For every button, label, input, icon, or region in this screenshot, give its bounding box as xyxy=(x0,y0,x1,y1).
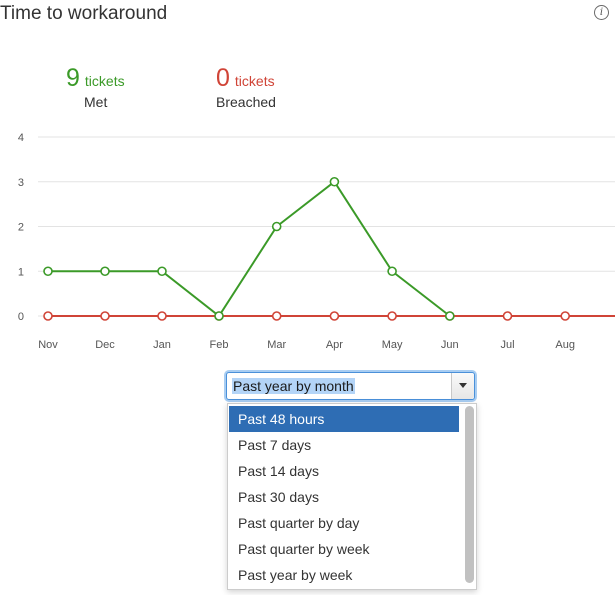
data-point[interactable] xyxy=(100,311,110,321)
met-label: Met xyxy=(84,94,108,110)
y-tick-label: 4 xyxy=(18,132,24,144)
option-past-30-days[interactable]: Past 30 days xyxy=(229,484,459,510)
x-tick-label: Jan xyxy=(153,339,171,351)
period-dropdown-list: Past 48 hours Past 7 days Past 14 days P… xyxy=(227,403,477,590)
x-tick-label: Aug xyxy=(555,339,575,351)
x-tick-label: Feb xyxy=(210,339,229,351)
x-tick-label: Mar xyxy=(267,339,286,351)
time-to-workaround-gadget: Time to workaround i 9 tickets Met 0 ticke… xyxy=(0,0,615,595)
data-point[interactable] xyxy=(271,221,282,232)
x-tick-label: Jul xyxy=(500,339,514,351)
x-tick-label: Apr xyxy=(326,339,343,351)
data-point[interactable] xyxy=(214,311,224,321)
y-tick-label: 1 xyxy=(18,266,24,278)
scrollbar-thumb[interactable] xyxy=(465,406,474,583)
info-icon[interactable]: i xyxy=(594,5,609,20)
gadget-title: Time to workaround xyxy=(0,3,168,24)
met-unit: tickets xyxy=(84,73,125,89)
dropdown-scrollbar[interactable] xyxy=(465,406,474,586)
option-past-year-by-week[interactable]: Past year by week xyxy=(229,562,459,588)
data-point[interactable] xyxy=(387,311,397,321)
y-tick-label: 0 xyxy=(18,311,24,323)
breached-unit: tickets xyxy=(234,73,275,89)
met-summary: 9 tickets Met xyxy=(66,64,125,110)
data-point[interactable] xyxy=(100,266,110,277)
data-point[interactable] xyxy=(387,266,397,277)
data-point[interactable] xyxy=(157,266,167,277)
data-point[interactable] xyxy=(329,176,340,187)
breached-label: Breached xyxy=(216,94,276,110)
option-past-7-days[interactable]: Past 7 days xyxy=(229,432,459,458)
x-tick-label: May xyxy=(382,339,403,351)
breached-count: 0 xyxy=(216,64,230,92)
chevron-down-icon[interactable] xyxy=(451,373,474,399)
x-tick-label: Nov xyxy=(38,339,58,351)
data-point[interactable] xyxy=(43,266,53,277)
data-point[interactable] xyxy=(560,311,571,321)
data-point[interactable] xyxy=(43,311,53,321)
met-count: 9 xyxy=(66,64,80,92)
series-line xyxy=(48,180,451,318)
data-point[interactable] xyxy=(502,311,513,321)
data-point[interactable] xyxy=(444,311,455,321)
breached-summary: 0 tickets Breached xyxy=(216,64,276,110)
option-past-quarter-by-day[interactable]: Past quarter by day xyxy=(229,510,459,536)
y-tick-label: 2 xyxy=(18,222,24,234)
option-past-14-days[interactable]: Past 14 days xyxy=(229,458,459,484)
data-point[interactable] xyxy=(157,311,167,321)
period-select-value: Past year by month xyxy=(232,378,355,394)
x-tick-label: Dec xyxy=(95,339,115,351)
data-point[interactable] xyxy=(329,311,340,321)
option-past-48-hours[interactable]: Past 48 hours xyxy=(229,406,459,432)
sla-line-chart: 01234NovDecJanFebMarAprMayJunJulAugS xyxy=(18,132,615,351)
period-select[interactable]: Past year by month xyxy=(226,372,475,400)
data-point[interactable] xyxy=(271,311,282,321)
y-tick-label: 3 xyxy=(18,177,24,189)
x-tick-label: Jun xyxy=(441,339,459,351)
option-past-quarter-by-week[interactable]: Past quarter by week xyxy=(229,536,459,562)
